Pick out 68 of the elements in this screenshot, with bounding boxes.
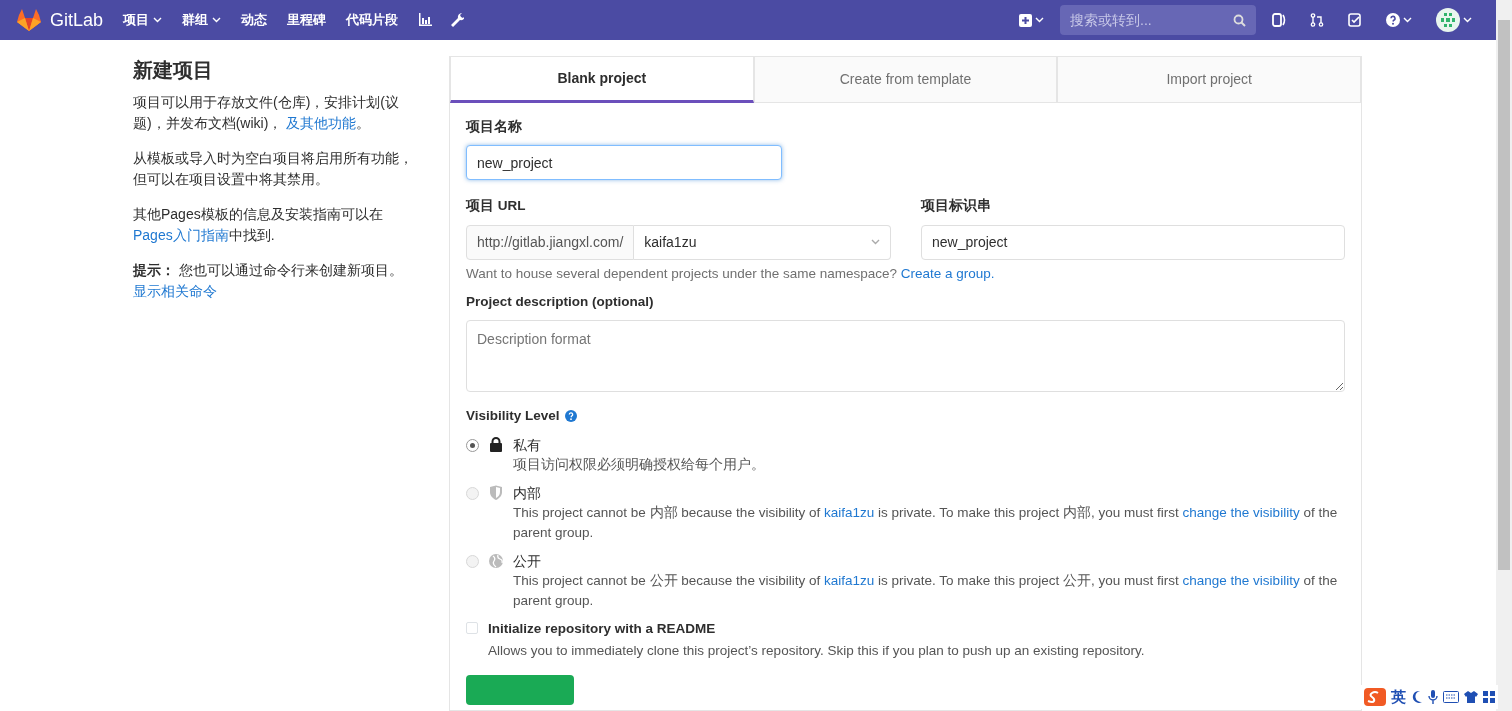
new-item-button[interactable] (1019, 13, 1044, 27)
merge-request-icon[interactable] (1310, 13, 1324, 27)
shirt-icon[interactable] (1464, 690, 1478, 703)
caret-icon (1463, 17, 1472, 23)
nav-menu-item[interactable]: 里程碑 (287, 10, 327, 30)
description-field[interactable]: Description format (466, 320, 1345, 392)
checkbox-label[interactable]: Initialize repository with a README (488, 618, 1145, 639)
help-icon[interactable] (564, 410, 577, 423)
shield-icon (489, 484, 503, 501)
grid-icon[interactable] (1483, 690, 1495, 703)
field-label: 项目 URL (466, 197, 527, 216)
field-label: Project description (optional) (466, 292, 655, 311)
fox-logo-icon[interactable] (16, 8, 42, 32)
project-name-field[interactable]: new_project (466, 145, 782, 181)
tab[interactable]: Blank project (450, 56, 754, 103)
field-label: Visibility Level (466, 407, 560, 426)
issues-icon[interactable] (1272, 13, 1286, 27)
project-slug-field[interactable]: new_project (921, 224, 1345, 260)
keyboard-icon[interactable] (1443, 690, 1459, 703)
caret-icon (153, 17, 163, 23)
scrollbar[interactable] (1496, 0, 1512, 711)
nav-menu-item[interactable]: 项目 (123, 10, 163, 30)
user-menu-button[interactable] (1436, 8, 1472, 32)
field-label: 项目标识串 (921, 197, 992, 216)
globe-icon (489, 552, 503, 569)
option-label[interactable]: 私有 (513, 434, 765, 455)
help-text: Want to house several dependent projects under the same namespace? Create a group. (466, 264, 996, 283)
plus-icon (1019, 13, 1032, 27)
tab[interactable]: Import project (1057, 56, 1361, 103)
paragraph: 项目可以用于存放文件(仓库)，安排计划(议题)，并发布文档(wiki)， 及其他功能。 (133, 93, 400, 133)
tab[interactable]: Create from template (753, 56, 1058, 103)
nav-menu-item[interactable]: 群组 (182, 10, 222, 30)
paragraph: 其他Pages模板的信息及安装指南可以在 Pages入门指南中找到. (133, 205, 384, 245)
option-description: 项目访问权限必须明确授权给每个用户。 (513, 455, 765, 474)
chart-icon[interactable] (418, 13, 433, 27)
nav-menu-item[interactable]: 动态 (241, 10, 268, 30)
caret-icon (1035, 17, 1044, 23)
caret-icon (1403, 17, 1412, 23)
help-icon (1386, 13, 1400, 27)
option-description: This project cannot be 内部 because the visibility of kaifa1zu is private. To make this project 内部, you must first change the visibility of the parent group. (513, 503, 1339, 542)
link[interactable]: Create a group. (900, 265, 995, 281)
nav-menu-item[interactable]: 代码片段 (346, 10, 399, 30)
caret-icon (871, 239, 880, 245)
mic-icon[interactable] (1428, 689, 1438, 704)
wrench-icon[interactable] (450, 12, 465, 28)
paragraph: 从模板或导入时为空白项目将启用所有功能，但可以在项目设置中将其禁用。 (133, 149, 414, 189)
help-button[interactable] (1386, 13, 1412, 27)
help-text: Allows you to immediately clone this project’s repository. Skip this if you plan to push up an existing repository. (488, 641, 1145, 660)
checkbox[interactable] (466, 621, 478, 634)
avatar-icon (1436, 8, 1460, 32)
caret-icon (212, 17, 222, 23)
link[interactable]: Pages入门指南 (133, 227, 229, 243)
moon-icon[interactable] (1411, 689, 1423, 704)
paragraph: 提示： 您也可以通过命令行来创建新项目。 显示相关命令 (133, 261, 404, 301)
option-description: This project cannot be 公开 because the visibility of kaifa1zu is private. To make this project 公开, you must first change the visibility of the parent group. (513, 571, 1339, 610)
brand-name[interactable]: GitLab (50, 6, 104, 34)
todo-checkbox-icon[interactable] (1348, 13, 1362, 27)
search-field[interactable]: 搜索或转到... (1060, 5, 1256, 35)
field-label: 项目名称 (466, 118, 523, 136)
link[interactable]: 显示相关命令 (133, 283, 217, 299)
sogou-logo-icon[interactable] (1364, 687, 1386, 706)
url-prefix: http://gitlab.jiangxl.com/ (466, 224, 635, 260)
page-title: 新建项目 (133, 58, 214, 82)
lock-icon (489, 436, 503, 453)
search-icon[interactable] (1233, 14, 1246, 27)
namespace-select[interactable]: kaifa1zu (634, 224, 891, 260)
link[interactable]: 及其他功能 (286, 115, 357, 131)
input-mode-toggle[interactable]: 英 (1391, 685, 1406, 708)
